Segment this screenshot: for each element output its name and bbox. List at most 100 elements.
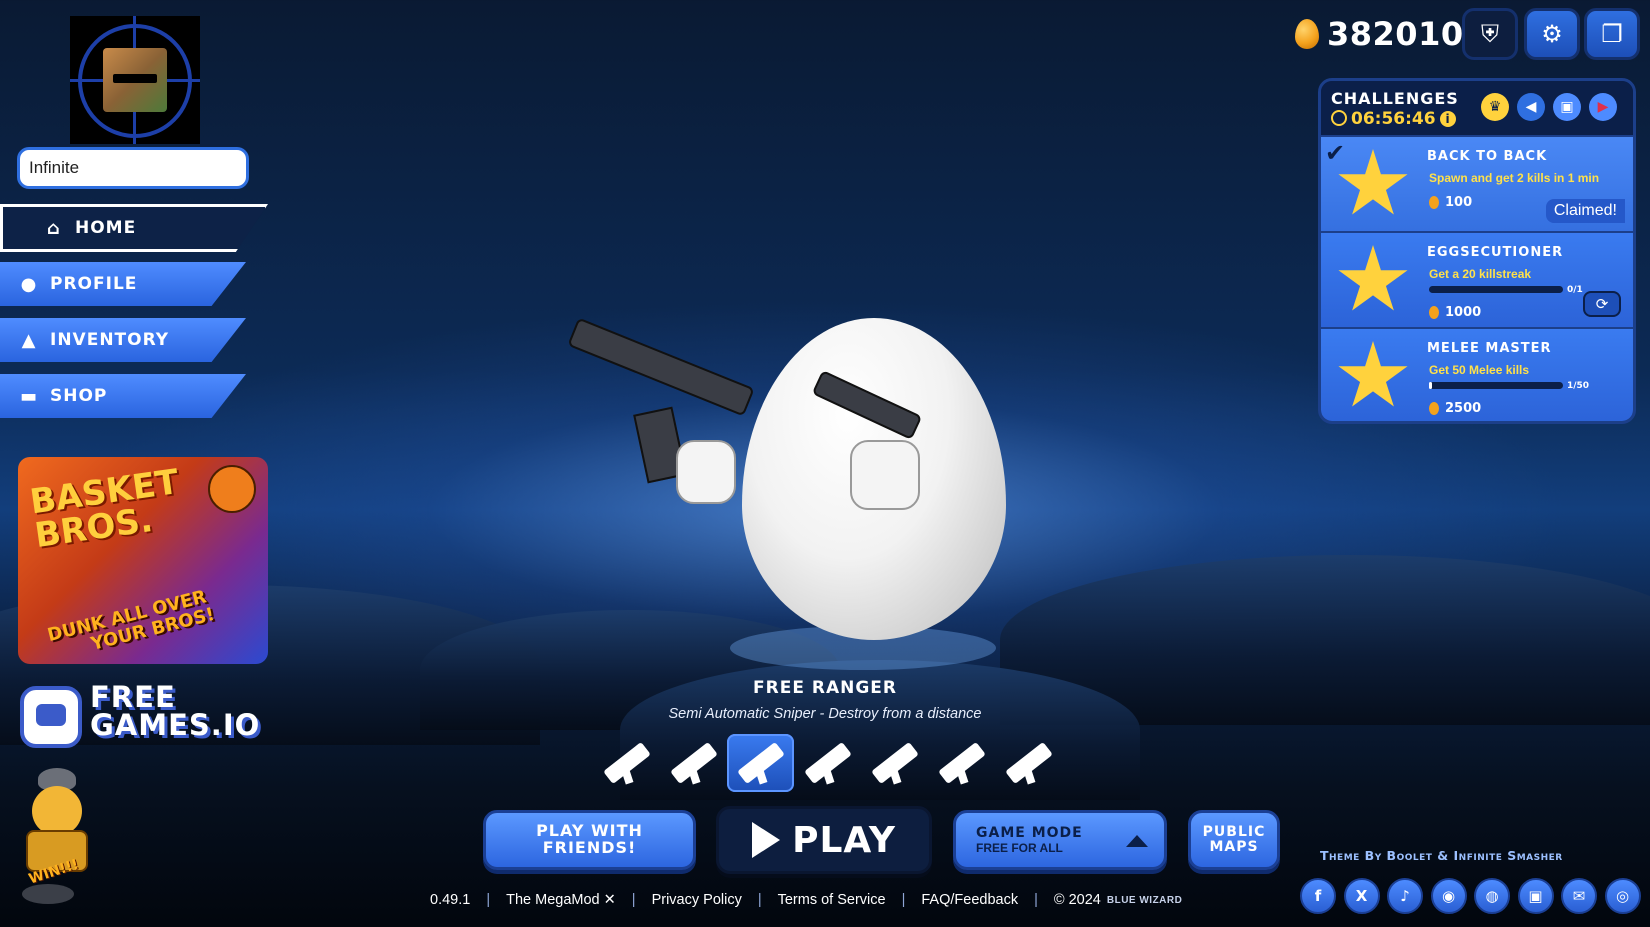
home-icon: ⌂ xyxy=(47,217,61,239)
challenge-name: Eggsecutioner xyxy=(1427,245,1564,260)
sniper-rifle-left xyxy=(567,317,755,417)
divider: | xyxy=(757,892,762,908)
smg-icon xyxy=(803,741,852,785)
weapon-slot-p90[interactable] xyxy=(861,734,928,792)
player-avatar[interactable] xyxy=(70,16,200,144)
nav-shop-label: Shop xyxy=(50,386,108,406)
player-name-input[interactable] xyxy=(17,147,249,189)
game-mode-value: Free For All xyxy=(976,841,1063,855)
youtube-icon[interactable]: ▶ xyxy=(1589,93,1617,121)
settings-button[interactable]: ⚙ xyxy=(1524,8,1580,60)
egg-count: 382010 xyxy=(1327,15,1464,53)
claimed-status: Claimed! xyxy=(1545,199,1625,223)
privacy-policy-link[interactable]: Privacy Policy xyxy=(652,892,742,908)
trophy-icon[interactable]: ♛ xyxy=(1481,93,1509,121)
game-mode-selector[interactable]: Game Mode Free For All xyxy=(953,810,1167,870)
challenge-name: Melee Master xyxy=(1427,341,1552,356)
challenge-desc: Get 50 Melee kills xyxy=(1429,363,1530,377)
challenge-card[interactable]: Melee Master Get 50 Melee kills 1/50 250… xyxy=(1321,327,1633,421)
nav-home-button[interactable]: ⌂ Home xyxy=(0,204,268,252)
play-icon xyxy=(752,822,781,858)
game-mode-label: Game Mode xyxy=(976,825,1083,841)
nav-home-label: Home xyxy=(75,218,137,238)
steam-icon[interactable]: ◍ xyxy=(1474,878,1510,914)
challenges-panel: Challenges 06:56:46 i ♛ ◀ ▣ ▶ ✔ Back to B… xyxy=(1318,78,1636,424)
challenge-name: Back to Back xyxy=(1427,149,1548,164)
challenges-title: Challenges xyxy=(1331,89,1459,108)
challenge-reward: 100 xyxy=(1429,195,1472,210)
golden-egg-icon xyxy=(1429,306,1439,319)
newsletter-icon[interactable]: ✉ xyxy=(1561,878,1597,914)
bluewizard-logo[interactable]: BLUE WIZARD xyxy=(1107,895,1183,906)
discord-icon[interactable]: ◉ xyxy=(1430,878,1467,914)
achievements-button[interactable]: ⛨ xyxy=(1462,8,1518,60)
tiktok-icon[interactable]: ♪ xyxy=(1387,878,1423,914)
gear-icon: ⚙ xyxy=(1541,20,1563,48)
nav-shop-button[interactable]: ▬ Shop xyxy=(0,374,246,418)
caret-up-icon xyxy=(1126,835,1148,847)
version-text: 0.49.1 xyxy=(430,892,471,908)
weapon-slot-smg[interactable] xyxy=(794,734,861,792)
public-maps-button[interactable]: Public Maps xyxy=(1188,810,1280,870)
divider: | xyxy=(631,892,636,908)
social-links: f X ♪ ◉ ◍ ▣ ✉ ◎ xyxy=(1300,878,1648,914)
terms-link[interactable]: Terms of Service xyxy=(778,892,886,908)
reroll-challenge-button[interactable]: ⟳ xyxy=(1583,291,1621,317)
copyright-text: © 2024 xyxy=(1053,892,1101,908)
checkmark-icon: ✔ xyxy=(1325,139,1346,167)
megaphone-icon[interactable]: ◀ xyxy=(1517,93,1545,121)
faq-feedback-link[interactable]: FAQ/Feedback xyxy=(921,892,1018,908)
twitch-icon[interactable]: ▣ xyxy=(1553,93,1581,121)
play-button[interactable]: Play xyxy=(716,806,932,874)
laurel-shield-icon: ⛨ xyxy=(1481,20,1499,48)
user-icon: ● xyxy=(20,273,38,295)
challenge-star-icon xyxy=(1338,149,1408,215)
twitch-icon[interactable]: ▣ xyxy=(1517,878,1554,914)
play-with-friends-button[interactable]: Play with Friends! xyxy=(483,810,696,870)
weapon-slot-assault-rifle[interactable] xyxy=(593,734,660,792)
basket-bros-ad[interactable]: BASKET BROS. DUNK ALL OVER YOUR BROS! xyxy=(18,457,268,664)
info-icon[interactable]: i xyxy=(1439,111,1456,127)
chick-promo[interactable]: WIN!!! xyxy=(22,768,102,908)
ad-tagline: DUNK ALL OVER YOUR BROS! xyxy=(45,586,217,655)
weapon-slot-lmg[interactable] xyxy=(995,734,1062,792)
killstreak-star-icon xyxy=(1338,245,1408,311)
golden-egg-icon xyxy=(1429,196,1439,209)
challenge-card[interactable]: Eggsecutioner Get a 20 killstreak 0/1 10… xyxy=(1321,231,1633,327)
challenge-progress-bar xyxy=(1429,286,1563,293)
tools-icon: ✕ xyxy=(603,892,616,908)
nav-inventory-button[interactable]: ▲ Inventory xyxy=(0,318,246,362)
weapon-slot-shotgun[interactable] xyxy=(660,734,727,792)
weapon-description: Semi Automatic Sniper - Destroy from a d… xyxy=(668,706,982,722)
chick-icon xyxy=(32,786,82,836)
hat-icon: ▲ xyxy=(21,329,37,351)
x-icon[interactable]: X xyxy=(1343,878,1380,914)
challenge-reward: 1000 xyxy=(1429,305,1481,320)
challenge-desc: Spawn and get 2 kills in 1 min xyxy=(1429,171,1600,185)
sunglasses-icon xyxy=(113,74,157,83)
theme-credit: Theme By Boolet & Infinite Smasher xyxy=(1320,848,1563,863)
glove-hand xyxy=(850,440,920,510)
challenge-progress-text: 1/50 xyxy=(1567,381,1590,391)
divider: | xyxy=(1034,892,1038,908)
cart-icon: ▬ xyxy=(19,385,38,407)
megamod-link[interactable]: The MegaMod ✕ xyxy=(506,892,616,908)
facebook-icon[interactable]: f xyxy=(1300,878,1336,914)
play-label: Play xyxy=(792,819,896,861)
challenge-progress-text: 0/1 xyxy=(1567,285,1583,295)
weapon-slot-sniper[interactable] xyxy=(727,734,794,792)
gamepad-icon xyxy=(20,686,82,748)
footer-links: 0.49.1 | The MegaMod ✕ | Privacy Policy … xyxy=(430,888,1182,912)
freegames-logo[interactable]: FREE GAMES.IO xyxy=(20,680,259,750)
window-icon: ❐ xyxy=(1601,20,1623,48)
egg-currency: 382010 xyxy=(1295,14,1464,54)
nav-profile-label: Profile xyxy=(50,274,138,294)
challenge-desc: Get a 20 killstreak xyxy=(1429,267,1532,281)
assault-rifle-icon xyxy=(602,741,651,785)
weapon-slot-marksman[interactable] xyxy=(928,734,995,792)
fullscreen-button[interactable]: ❐ xyxy=(1584,8,1640,60)
nav-profile-button[interactable]: ● Profile xyxy=(0,262,246,306)
challenge-card[interactable]: ✔ Back to Back Spawn and get 2 kills in … xyxy=(1321,135,1633,231)
instagram-icon[interactable]: ◎ xyxy=(1604,878,1641,914)
golden-egg-icon xyxy=(1429,402,1439,415)
